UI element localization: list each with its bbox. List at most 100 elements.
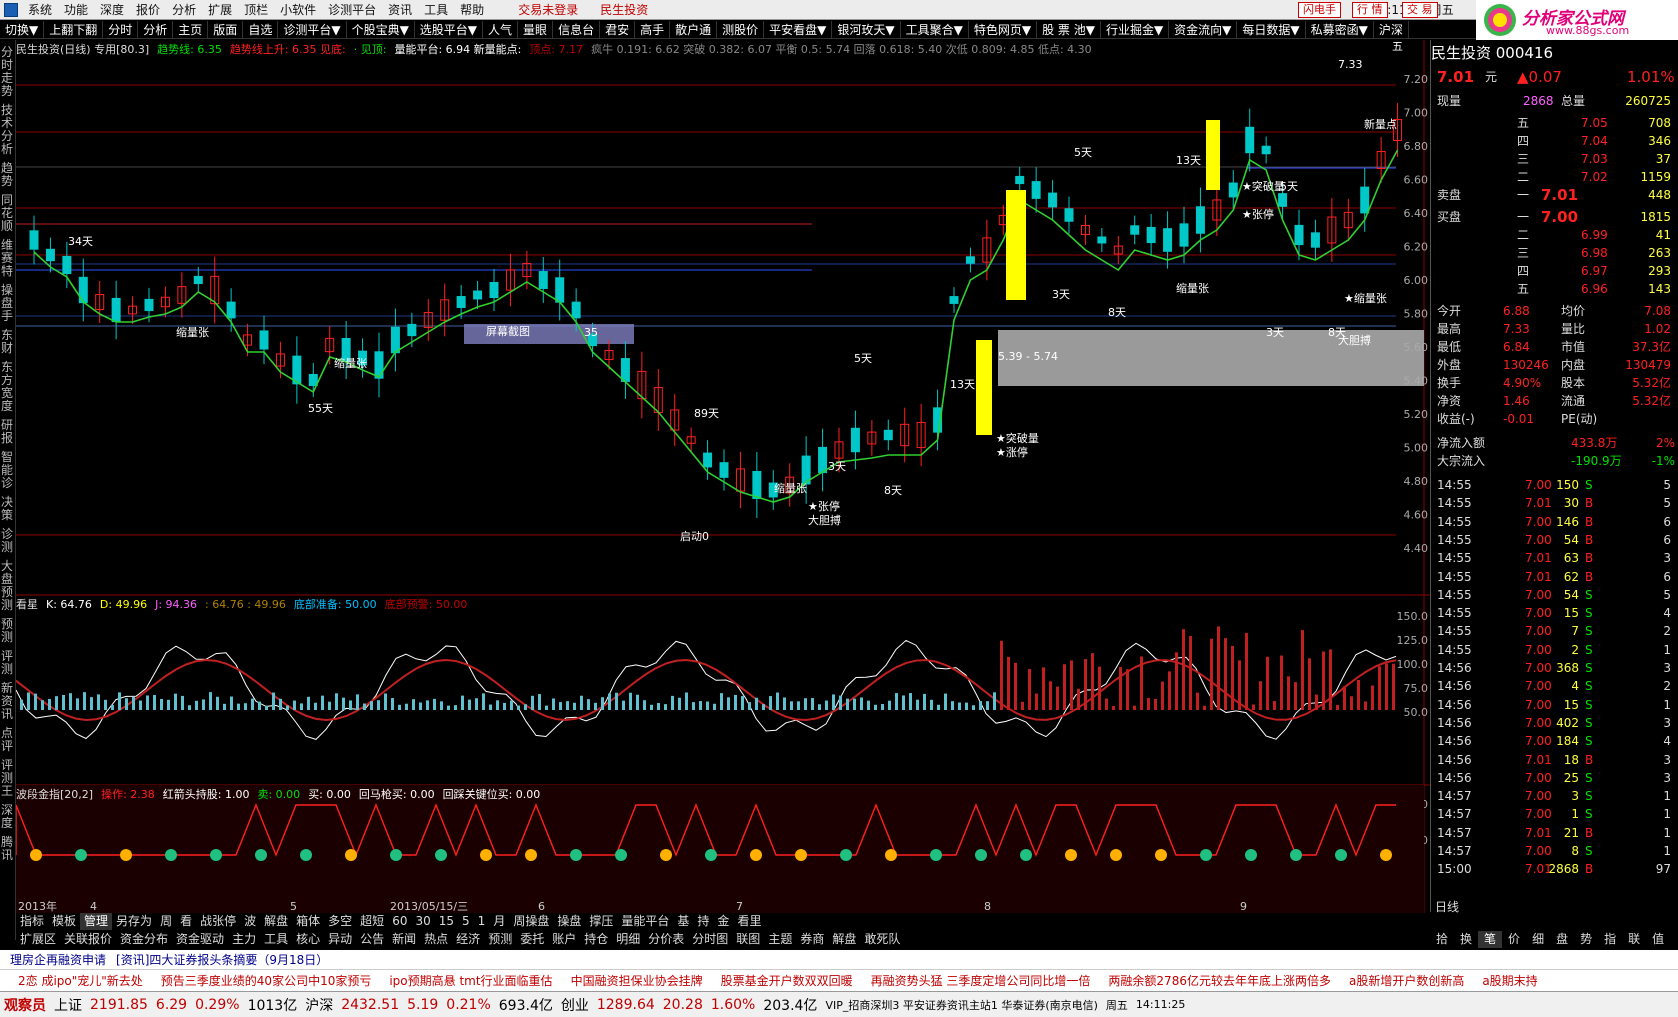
chart-area[interactable]: 7.20 7.00 6.80 6.60 6.40 6.20 6.00 5.80 5.60 5.40… xyxy=(16,40,1430,913)
left-strip-tab[interactable]: 同花顺 xyxy=(0,194,14,233)
sell-price[interactable]: 7.03 xyxy=(1581,150,1608,168)
flash-trade-button[interactable]: 闪电手 xyxy=(1298,2,1341,18)
extension-tab[interactable]: 主题 xyxy=(764,931,796,948)
toolbar-button[interactable]: 主页 xyxy=(173,20,209,39)
extension-tab[interactable]: 解盘 xyxy=(828,931,860,948)
indicator-tab[interactable]: 模板 xyxy=(48,913,80,930)
indicator-tab[interactable]: 周操盘 xyxy=(509,913,553,930)
toolbar-button[interactable]: 行业掘金▼ xyxy=(1101,20,1170,39)
toolbar-button[interactable]: 选股平台▼ xyxy=(415,20,484,39)
indicator-tab[interactable]: 5 xyxy=(458,913,474,930)
left-strip-tab[interactable]: 决策 xyxy=(0,496,14,522)
left-strip-tab[interactable]: 操盘手 xyxy=(0,284,14,323)
indicator-tab[interactable]: 金 xyxy=(713,913,733,930)
toolbar-button[interactable]: 特色网页▼ xyxy=(969,20,1038,39)
extension-tab[interactable]: 异动 xyxy=(324,931,356,948)
menu-item[interactable]: 帮助 xyxy=(454,0,490,20)
extension-tab[interactable]: 持仓 xyxy=(580,931,612,948)
indicator-tab[interactable]: 箱体 xyxy=(292,913,324,930)
sell-price[interactable]: 7.02 xyxy=(1581,168,1608,186)
left-strip-tab[interactable]: 点评 xyxy=(0,727,14,753)
toolbar-button[interactable]: 上翻下翻 xyxy=(44,20,104,39)
extension-tab[interactable]: 经济 xyxy=(452,931,484,948)
toolbar-button[interactable]: 平安看盘▼ xyxy=(764,20,833,39)
panel-tab[interactable]: 指 xyxy=(1598,931,1622,948)
news-headline[interactable]: a股新增开户数创新高 xyxy=(1349,972,1464,989)
panel-tab[interactable]: 笔 xyxy=(1478,931,1503,948)
news-headline[interactable]: 两融余额2786亿元较去年年底上涨两倍多 xyxy=(1108,972,1331,989)
buy-price[interactable]: 6.96 xyxy=(1581,280,1608,298)
news-headline[interactable]: 中国融资担保业协会挂牌 xyxy=(571,972,703,989)
menu-item[interactable]: 顶栏 xyxy=(238,0,274,20)
indicator-tab[interactable]: 1 xyxy=(474,913,490,930)
indicator-tab[interactable]: 月 xyxy=(489,913,509,930)
menu-item[interactable]: 诊测平台 xyxy=(322,0,382,20)
panel-tab[interactable]: 值 xyxy=(1646,931,1670,948)
indicator-tab[interactable]: 管理 xyxy=(80,913,113,930)
toolbar-button[interactable]: 散户通 xyxy=(670,20,718,39)
toolbar-button[interactable]: 资金流向▼ xyxy=(1169,20,1238,39)
extension-tab[interactable]: 预测 xyxy=(484,931,516,948)
left-strip-tab[interactable]: 分时走势 xyxy=(0,46,14,98)
indicator-tab[interactable]: 超短 xyxy=(356,913,388,930)
left-strip-tab[interactable]: 深度 xyxy=(0,804,14,830)
left-strip-tab[interactable]: 大盘预测 xyxy=(0,560,14,612)
toolbar-button[interactable]: 股 票 池▼ xyxy=(1037,20,1101,39)
menu-item[interactable]: 扩展 xyxy=(202,0,238,20)
news-link[interactable]: 理房企再融资申请 xyxy=(10,951,106,968)
left-strip-tab[interactable]: 评测王 xyxy=(0,759,14,798)
left-strip-tab[interactable]: 东方宽度 xyxy=(0,361,14,413)
indicator-tab[interactable]: 另存为 xyxy=(112,913,156,930)
panel-tab[interactable]: 势 xyxy=(1574,931,1598,948)
menu-item[interactable]: 资讯 xyxy=(382,0,418,20)
indicator-tab[interactable]: 持 xyxy=(693,913,713,930)
left-strip-tab[interactable]: 腾讯 xyxy=(0,836,14,862)
extension-tab[interactable]: 热点 xyxy=(420,931,452,948)
menu-item[interactable]: 报价 xyxy=(130,0,166,20)
left-strip-tab[interactable]: 维赛特 xyxy=(0,239,14,278)
indicator-tab[interactable]: 基 xyxy=(673,913,693,930)
extension-tab[interactable]: 敢死队 xyxy=(860,931,904,948)
extension-tab[interactable]: 主力 xyxy=(228,931,260,948)
indicator-tab[interactable]: 波 xyxy=(240,913,260,930)
panel-tab[interactable]: 联 xyxy=(1622,931,1646,948)
indicator-tab[interactable]: 周 xyxy=(156,913,176,930)
news-headline[interactable]: 再融资势头猛 三季度定增公司同比增一倍 xyxy=(871,972,1091,989)
menu-item[interactable]: 功能 xyxy=(58,0,94,20)
extension-tab[interactable]: 核心 xyxy=(292,931,324,948)
indicator-tab[interactable]: 解盘 xyxy=(260,913,292,930)
indicator-tab[interactable]: 看里 xyxy=(733,913,765,930)
toolbar-button[interactable]: 版面 xyxy=(208,20,244,39)
buy-price[interactable]: 6.99 xyxy=(1581,226,1608,244)
left-strip-tab[interactable]: 趋势 xyxy=(0,162,14,188)
trade-button[interactable]: 交 易 xyxy=(1402,2,1438,18)
menu-item[interactable]: 工具 xyxy=(418,0,454,20)
indicator-tab[interactable]: 看 xyxy=(176,913,196,930)
panel-tab[interactable]: 细 xyxy=(1526,931,1550,948)
news-headline[interactable]: 股票基金开户数双双回暖 xyxy=(721,972,853,989)
indicator-tab[interactable]: 撑压 xyxy=(585,913,617,930)
left-strip-tab[interactable]: 评测 xyxy=(0,650,14,676)
left-strip-tab[interactable]: 新资讯 xyxy=(0,682,14,721)
toolbar-button[interactable]: 信息台 xyxy=(553,20,601,39)
buy-price[interactable]: 6.98 xyxy=(1581,244,1608,262)
toolbar-button[interactable]: 每日数据▼ xyxy=(1237,20,1306,39)
indicator-tab[interactable]: 操盘 xyxy=(553,913,585,930)
toolbar-button[interactable]: 私募密函▼ xyxy=(1306,20,1374,39)
buy-price[interactable]: 7.00 xyxy=(1541,208,1578,226)
news-headline[interactable]: 预告三季度业绩的40家公司中10家预亏 xyxy=(161,972,372,989)
menu-item[interactable]: 系统 xyxy=(22,0,58,20)
toolbar-button[interactable]: 个股宝典▼ xyxy=(347,20,415,39)
left-strip-tab[interactable]: 研报 xyxy=(0,419,14,445)
period-label[interactable]: 日线 xyxy=(1435,898,1459,915)
toolbar-button[interactable]: 量眼 xyxy=(518,20,554,39)
news-headline[interactable]: 2恋 成ipo"宠儿"新去处 xyxy=(18,972,143,989)
toolbar-button[interactable]: 君安 xyxy=(600,20,636,39)
toolbar-button[interactable]: 高手 xyxy=(635,20,671,39)
toolbar-button[interactable]: 测股价 xyxy=(717,20,765,39)
extension-tab[interactable]: 委托 xyxy=(516,931,548,948)
menu-item[interactable]: 分析 xyxy=(166,0,202,20)
extension-tab[interactable]: 分时图 xyxy=(688,931,732,948)
extension-tab[interactable]: 联图 xyxy=(732,931,764,948)
extension-tab[interactable]: 公告 xyxy=(356,931,388,948)
